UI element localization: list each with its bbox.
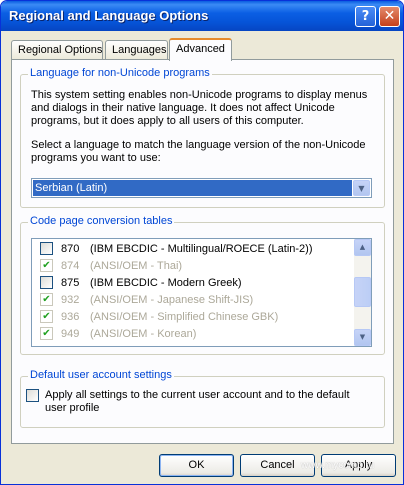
dialog-window: Regional and Language Options ? ✕ Region… xyxy=(0,0,404,485)
codepage-row[interactable]: 875 (IBM EBCDIC - Modern Greek) xyxy=(32,274,352,291)
language-select-value: Serbian (Latin) xyxy=(33,180,352,196)
ok-button-label: OK xyxy=(188,459,205,471)
scroll-down-button[interactable]: ▼ xyxy=(354,329,371,346)
arrow-up-icon: ▲ xyxy=(359,243,366,251)
codepage-checkbox[interactable] xyxy=(40,242,53,255)
codepage-code: 875 xyxy=(61,277,80,289)
codepage-checkbox: ✔ xyxy=(40,327,53,340)
arrow-down-icon: ▼ xyxy=(359,333,366,341)
checkmark-icon: ✔ xyxy=(42,328,51,339)
cancel-button-label: Cancel xyxy=(260,459,295,471)
close-icon: ✕ xyxy=(383,8,396,24)
codepage-code: 936 xyxy=(61,311,80,323)
codepage-checkbox: ✔ xyxy=(40,310,53,323)
checkmark-icon: ✔ xyxy=(42,294,51,305)
tab-label: Advanced xyxy=(176,43,225,55)
codepage-row[interactable]: ✔ 932 (ANSI/OEM - Japanese Shift-JIS) xyxy=(32,291,352,308)
close-button[interactable]: ✕ xyxy=(379,6,400,27)
checkmark-icon: ✔ xyxy=(42,311,51,322)
title-bar[interactable]: Regional and Language Options ? ✕ xyxy=(1,1,403,31)
group-nonunicode: Language for non-Unicode programs This s… xyxy=(20,67,385,208)
window-title: Regional and Language Options xyxy=(9,8,209,23)
codepage-checkbox: ✔ xyxy=(40,293,53,306)
group-default-user: Default user account settings Apply all … xyxy=(20,369,385,428)
watermark: www.mycomp.ru xyxy=(301,460,375,471)
tab-label: Regional Options xyxy=(18,44,103,56)
codepage-code: 874 xyxy=(61,260,80,272)
nonunicode-description: This system setting enables non-Unicode … xyxy=(31,89,368,127)
tab-languages[interactable]: Languages xyxy=(105,40,168,60)
codepage-name: (ANSI/OEM - Japanese Shift-JIS) xyxy=(90,294,254,306)
tab-panel-advanced: Language for non-Unicode programs This s… xyxy=(11,59,394,444)
codepage-list[interactable]: 870 (IBM EBCDIC - Multilingual/ROECE (La… xyxy=(31,238,372,347)
group-title: Default user account settings xyxy=(28,369,174,381)
group-title: Language for non-Unicode programs xyxy=(28,67,212,79)
help-button[interactable]: ? xyxy=(355,6,376,27)
codepage-scrollbar[interactable]: ▲ ▼ xyxy=(354,239,371,346)
nonunicode-instruction: Select a language to match the language … xyxy=(31,139,366,164)
tab-label: Languages xyxy=(112,44,167,56)
tab-advanced[interactable]: Advanced xyxy=(169,38,232,61)
codepage-row[interactable]: ✔ 936 (ANSI/OEM - Simplified Chinese GBK… xyxy=(32,308,352,325)
codepage-checkbox: ✔ xyxy=(40,259,53,272)
codepage-name: (ANSI/OEM - Korean) xyxy=(90,328,197,340)
codepage-code: 949 xyxy=(61,328,80,340)
codepage-row[interactable]: 870 (IBM EBCDIC - Multilingual/ROECE (La… xyxy=(32,240,352,257)
codepage-row[interactable]: ✔ 874 (ANSI/OEM - Thai) xyxy=(32,257,352,274)
codepage-checkbox[interactable] xyxy=(40,276,53,289)
apply-default-profile-label[interactable]: Apply all settings to the current user a… xyxy=(45,389,365,415)
help-icon: ? xyxy=(361,9,370,24)
codepage-name: (IBM EBCDIC - Modern Greek) xyxy=(90,277,242,289)
codepage-name: (IBM EBCDIC - Multilingual/ROECE (Latin-… xyxy=(90,243,313,255)
group-codepages: Code page conversion tables 870 (IBM EBC… xyxy=(20,215,385,355)
codepage-code: 932 xyxy=(61,294,80,306)
codepage-name: (ANSI/OEM - Thai) xyxy=(90,260,183,272)
codepage-row[interactable]: ✔ 949 (ANSI/OEM - Korean) xyxy=(32,325,352,342)
tab-regional-options[interactable]: Regional Options xyxy=(11,40,103,60)
dropdown-button[interactable]: ▼ xyxy=(353,180,370,196)
codepage-code: 870 xyxy=(61,243,80,255)
ok-button[interactable]: OK xyxy=(159,454,234,477)
scroll-up-button[interactable]: ▲ xyxy=(354,239,371,256)
checkmark-icon: ✔ xyxy=(42,260,51,271)
group-title: Code page conversion tables xyxy=(28,215,175,227)
chevron-down-icon: ▼ xyxy=(358,184,365,193)
language-select[interactable]: Serbian (Latin) ▼ xyxy=(31,178,372,198)
codepage-name: (ANSI/OEM - Simplified Chinese GBK) xyxy=(90,311,279,323)
scroll-thumb[interactable] xyxy=(354,277,371,307)
apply-default-profile-checkbox[interactable] xyxy=(26,389,39,402)
